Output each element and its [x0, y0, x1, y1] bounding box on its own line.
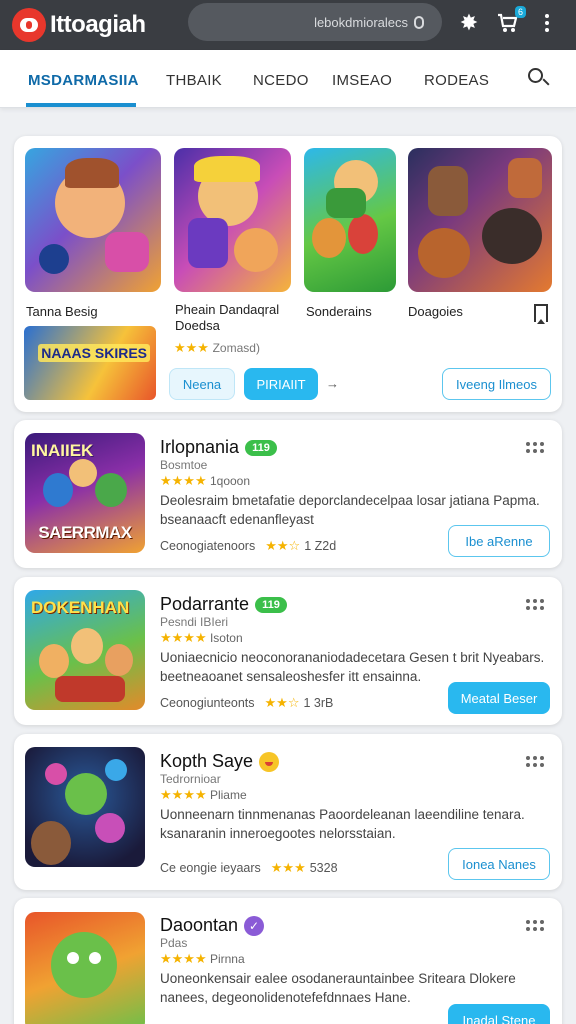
featured-label-2: Pheain Dandaqral	[175, 302, 280, 317]
item-subtitle: Pesndi IBIeri	[160, 615, 229, 629]
list-item[interactable]: DOKENHAN Podarrante 119 Pesndi IBIeri ★★★…	[14, 577, 562, 725]
item-description: Uonneenarn tinnmenanas Paoordeleanan lae…	[160, 807, 525, 841]
item-rating: ★★★★ 1qooon	[160, 473, 251, 488]
item-description: Uoniaecnicio neoconorananiodadecetara Ge…	[160, 650, 545, 684]
promo-art-text: NAAAS SKIRES	[38, 344, 150, 362]
featured-label-4: Doagoies	[408, 304, 463, 319]
featured-rating-note: Zomasd)	[212, 341, 260, 355]
item-action-button[interactable]: Ibe aRenne	[448, 525, 550, 557]
tab-2[interactable]: NCEDO	[253, 72, 309, 89]
featured-card: Tanna Besig Pheain Dandaqral Doedsa Sond…	[14, 136, 562, 412]
item-meta: Ceonogiunteonts ★★☆ 1 3rB	[160, 695, 334, 710]
list-item[interactable]: Kopth Saye Tedrornioar ★★★★ Pliame Uonne…	[14, 734, 562, 890]
tab-1[interactable]: THBAIK	[166, 72, 222, 89]
item-meta: Ceonogiatenoors ★★☆ 1 Z2d	[160, 538, 337, 553]
more-options-icon[interactable]	[526, 756, 544, 767]
featured-promo-art[interactable]: NAAAS SKIRES	[24, 326, 156, 400]
item-art: DOKENHAN	[25, 590, 145, 710]
featured-thumb-2[interactable]	[174, 148, 291, 292]
item-subtitle: Tedrornioar	[160, 772, 221, 786]
search-bar[interactable]: lebokdmioralecs	[188, 3, 442, 41]
item-title: Podarrante 119	[160, 594, 287, 615]
item-title: Kopth Saye	[160, 751, 280, 773]
featured-label-3: Sonderains	[306, 304, 372, 319]
more-options-icon[interactable]	[526, 442, 544, 453]
featured-thumb-3[interactable]	[304, 148, 396, 292]
app-title: Ittoagiah	[50, 11, 146, 38]
item-description: Deolesraim bmetafatie deporclandecelpaa …	[160, 493, 540, 527]
item-subtitle: Bosmtoe	[160, 458, 208, 472]
featured-stars: ★★★	[174, 340, 209, 355]
arrow-right-icon[interactable]: →	[326, 376, 339, 391]
mic-icon[interactable]	[414, 15, 424, 29]
item-badge: 119	[255, 597, 287, 614]
item-subtitle: Pdas	[160, 936, 188, 950]
featured-label-1: Tanna Besig	[26, 304, 98, 319]
tab-4[interactable]: RODEAS	[424, 72, 489, 89]
featured-thumb-4[interactable]	[408, 148, 552, 292]
featured-subtitle: Doedsa	[175, 318, 220, 333]
item-rating: ★★★★ Isoton	[160, 630, 243, 645]
list-item[interactable]: INAIIEK SAERRMAX Irlopnania 119 Bosmtoe ★…	[14, 420, 562, 568]
item-badge: 119	[245, 440, 277, 457]
featured-button-outline[interactable]: Neena	[169, 368, 235, 400]
top-app-bar: Ittoagiah lebokdmioralecs ✸ 6	[0, 0, 576, 50]
list-item[interactable]: Daoontan ✓ Pdas ★★★★ Pirnna Uoneonkensair…	[14, 898, 562, 1024]
bookmark-icon[interactable]	[534, 304, 548, 324]
item-meta: Ce eongie ieyaars ★★★ 5328	[160, 860, 338, 875]
verified-badge-icon: ✓	[244, 916, 265, 937]
search-bar-text: lebokdmioralecs	[314, 14, 408, 30]
more-options-icon[interactable]	[526, 920, 544, 931]
tab-0[interactable]: MSDARMASIIA	[28, 72, 139, 89]
featured-button-right[interactable]: Iveeng Ilmeos	[442, 368, 551, 400]
emoji-badge-icon	[259, 752, 280, 773]
item-title: Irlopnania 119	[160, 437, 277, 458]
featured-button-primary[interactable]: PIRIAIIT	[244, 368, 318, 400]
item-title: Daoontan ✓	[160, 915, 265, 937]
featured-thumb-1[interactable]	[25, 148, 161, 292]
search-icon[interactable]	[528, 68, 550, 90]
more-options-icon[interactable]	[526, 599, 544, 610]
logo-icon[interactable]	[12, 8, 46, 42]
kebab-menu-icon[interactable]	[534, 10, 560, 36]
item-rating: ★★★★ Pliame	[160, 787, 247, 802]
tab-bar: MSDARMASIIA THBAIK NCEDO IMSEAO RODEAS	[0, 50, 576, 108]
active-tab-indicator	[26, 103, 136, 107]
item-description: Uoneonkensair ealee osodanerauntainbee S…	[160, 971, 516, 1005]
item-action-button[interactable]: Meatal Beser	[448, 682, 550, 714]
tab-3[interactable]: IMSEAO	[332, 72, 392, 89]
item-action-button[interactable]: Inadal Stene	[448, 1004, 550, 1024]
item-art	[25, 912, 145, 1024]
item-art	[25, 747, 145, 867]
item-art: INAIIEK SAERRMAX	[25, 433, 145, 553]
cart-badge: 6	[514, 6, 526, 18]
featured-rating: ★★★ Zomasd)	[174, 340, 260, 356]
item-action-button[interactable]: Ionea Nanes	[448, 848, 550, 880]
star-badge-icon[interactable]: ✸	[456, 10, 482, 36]
item-rating: ★★★★ Pirnna	[160, 951, 245, 966]
cart-icon[interactable]: 6	[494, 6, 526, 36]
